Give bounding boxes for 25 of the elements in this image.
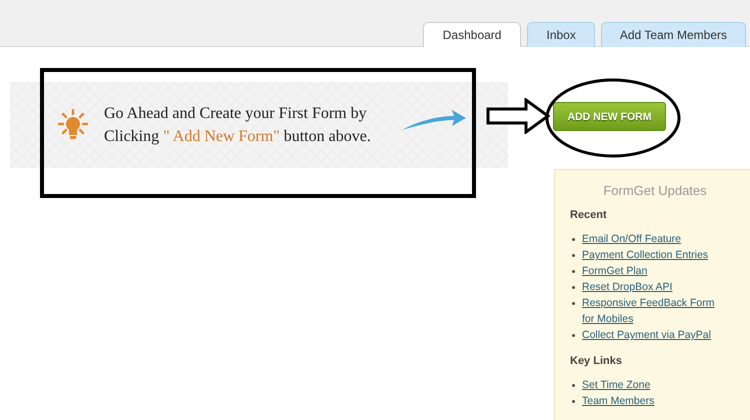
bullet-icon bbox=[572, 384, 575, 387]
instruction-text: Go Ahead and Create your First Form by Clicking " Add New Form" button above. bbox=[104, 104, 372, 147]
tab[interactable]: Dashboard bbox=[422, 22, 522, 47]
tab[interactable]: Inbox bbox=[527, 22, 595, 47]
update-link[interactable]: Collect Payment via PayPal bbox=[582, 327, 711, 343]
section-heading: Key Links bbox=[570, 355, 623, 367]
bullet-icon bbox=[572, 400, 575, 403]
update-link[interactable]: Set Time Zone bbox=[582, 377, 650, 393]
bullet-icon bbox=[572, 334, 575, 337]
tab[interactable]: Add Team Members bbox=[600, 22, 746, 47]
bullet-icon bbox=[572, 286, 575, 289]
bullet-icon bbox=[572, 302, 575, 305]
section-heading: Recent bbox=[570, 209, 608, 221]
bullet-icon bbox=[572, 270, 575, 273]
update-link[interactable]: Email On/Off Feature bbox=[582, 231, 682, 247]
update-link[interactable]: Responsive FeedBack Form for Mobiles bbox=[582, 295, 720, 327]
bullet-icon bbox=[572, 254, 575, 257]
update-link[interactable]: Team Members bbox=[582, 393, 654, 409]
update-link[interactable]: FormGet Plan bbox=[582, 263, 648, 279]
update-link[interactable]: Payment Collection Entries bbox=[582, 247, 708, 263]
bullet-icon bbox=[572, 238, 575, 241]
curved-arrow-icon bbox=[400, 108, 468, 132]
panel-title: FormGet Updates bbox=[602, 183, 708, 198]
update-link[interactable]: Reset DropBox API bbox=[582, 279, 672, 295]
lightbulb-icon bbox=[58, 109, 88, 141]
